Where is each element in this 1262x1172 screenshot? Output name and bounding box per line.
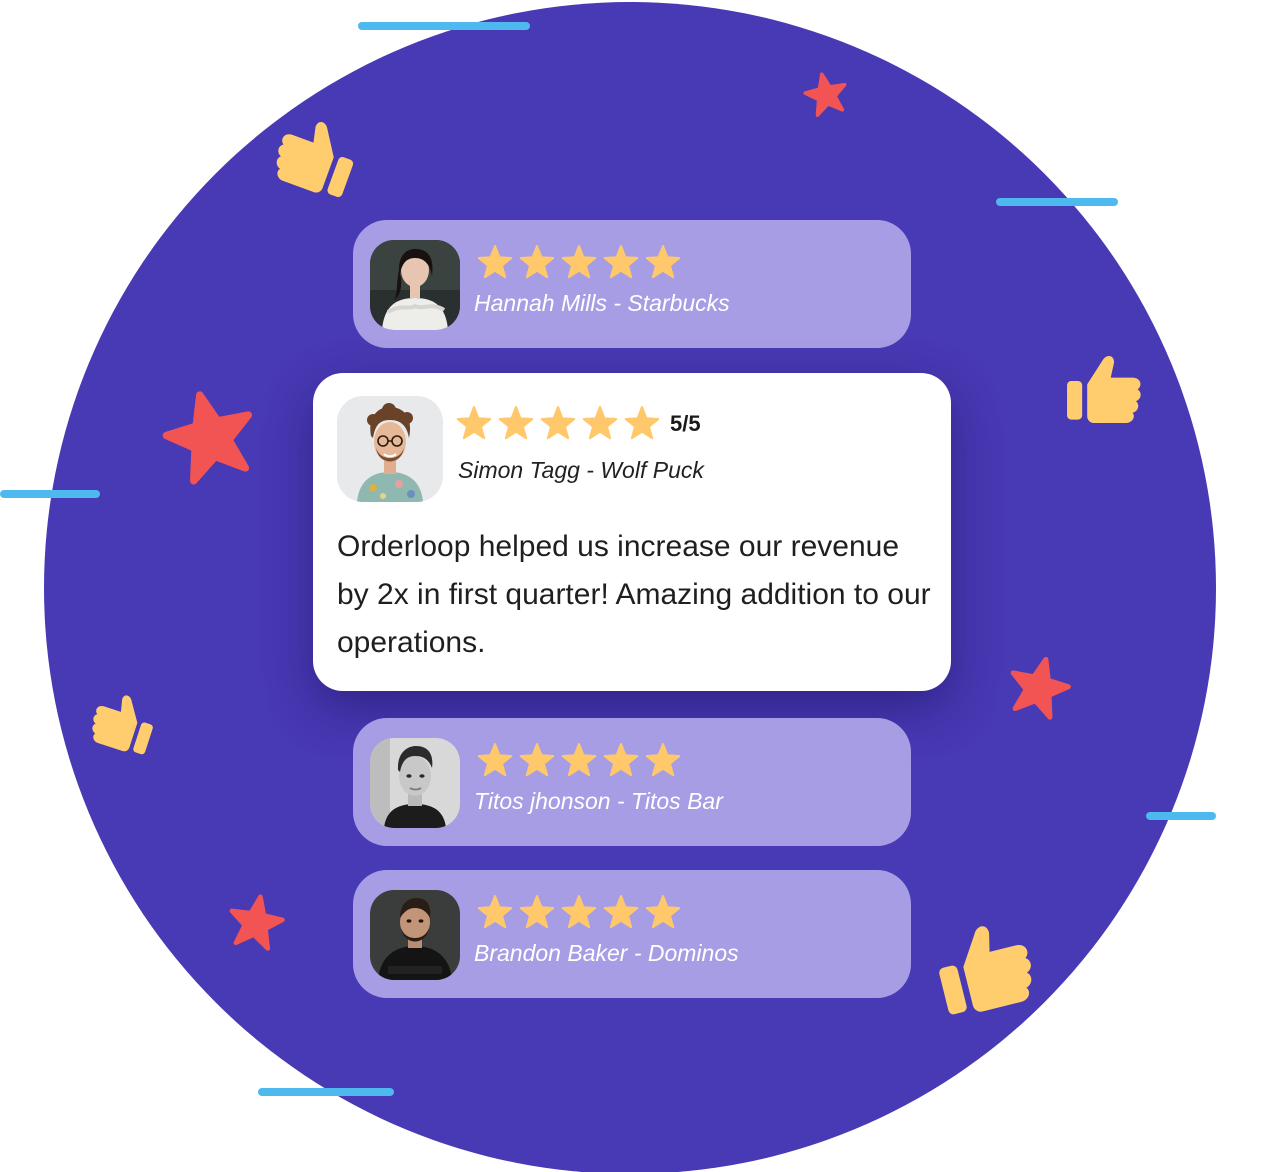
- star-icon: [518, 244, 556, 280]
- featured-testimonial-card: 5/5 Simon Tagg - Wolf Puck Orderloop hel…: [313, 373, 951, 691]
- star-icon: [644, 894, 682, 930]
- star-icon: [644, 742, 682, 778]
- star-icon: [518, 742, 556, 778]
- star-icon: [623, 405, 661, 441]
- star-icon: [560, 244, 598, 280]
- star-icon: [476, 244, 514, 280]
- author-name: Titos jhonson - Titos Bar: [474, 788, 723, 814]
- testimonial-quote: Orderloop helped us increase our revenue…: [337, 530, 931, 659]
- rating-stars: [476, 244, 682, 280]
- testimonial-card: Brandon Baker - Dominos: [353, 870, 911, 998]
- decorative-dash: [258, 1088, 394, 1096]
- decorative-dash: [996, 198, 1118, 206]
- decorative-dash: [0, 490, 100, 498]
- star-icon: [602, 894, 640, 930]
- star-icon: [560, 742, 598, 778]
- avatar: [370, 890, 460, 980]
- star-icon: [224, 890, 289, 955]
- rating-stars: [476, 742, 682, 778]
- star-icon: [539, 405, 577, 441]
- star-icon: [476, 894, 514, 930]
- author-name: Hannah Mills - Starbucks: [474, 290, 730, 316]
- testimonial-card: Titos jhonson - Titos Bar: [353, 718, 911, 846]
- star-icon: [455, 405, 493, 441]
- author-name: Brandon Baker - Dominos: [474, 940, 739, 966]
- star-icon: [497, 405, 535, 441]
- avatar: [370, 240, 460, 330]
- rating-score: 5/5: [670, 411, 701, 436]
- author-name: Simon Tagg - Wolf Puck: [458, 457, 704, 483]
- avatar: [370, 738, 460, 828]
- star-icon: [518, 894, 556, 930]
- star-icon: [560, 894, 598, 930]
- star-icon: [581, 405, 619, 441]
- testimonials-illustration: Hannah Mills - Starbucks 5/5 Simon Tagg …: [0, 0, 1262, 1172]
- star-icon: [602, 742, 640, 778]
- rating-stars: [455, 405, 661, 441]
- testimonial-card: Hannah Mills - Starbucks: [353, 220, 911, 348]
- decorative-dash: [1146, 812, 1216, 820]
- thumbs-up-icon: [1062, 344, 1146, 428]
- star-icon: [800, 68, 852, 120]
- star-icon: [602, 244, 640, 280]
- star-icon: [644, 244, 682, 280]
- decorative-dash: [358, 22, 530, 30]
- rating-stars: [476, 894, 682, 930]
- star-icon: [476, 742, 514, 778]
- avatar: [337, 396, 443, 502]
